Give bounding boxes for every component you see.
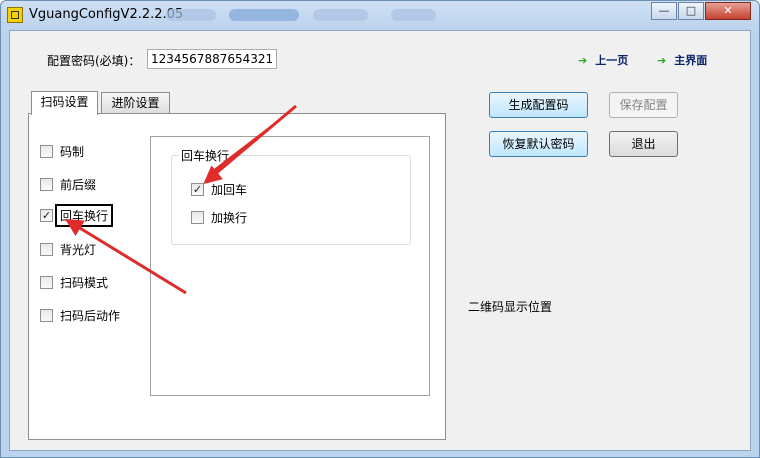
option-label: 扫码后动作 xyxy=(60,308,121,323)
checkbox-checked[interactable]: ✓ xyxy=(191,182,204,196)
option-backlight[interactable]: 背光灯 xyxy=(40,241,96,257)
title-bar: VguangConfigV2.2.2.05 — □ ✕ xyxy=(1,1,759,29)
green-arrow-icon: ➔ xyxy=(578,54,588,67)
option-code-type[interactable]: 码制 xyxy=(40,143,84,159)
checkbox[interactable] xyxy=(40,308,53,322)
green-arrow-icon: ➔ xyxy=(657,54,667,67)
option-prefix-suffix[interactable]: 前后缀 xyxy=(40,176,96,192)
enter-newline-groupbox xyxy=(171,155,411,245)
checkbox[interactable] xyxy=(40,242,53,256)
checkbox-checked[interactable]: ✓ xyxy=(40,208,53,222)
prev-page-link[interactable]: ➔ 上一页 xyxy=(578,52,628,68)
exit-button[interactable]: 退出 xyxy=(609,131,678,157)
tab-advanced-settings[interactable]: 进阶设置 xyxy=(101,92,170,114)
app-logo-icon xyxy=(7,7,23,23)
option-label: 加回车 xyxy=(211,182,248,197)
option-add-newline[interactable]: 加换行 xyxy=(191,209,247,225)
option-label-highlighted: 回车换行 xyxy=(55,203,114,227)
blurred-region xyxy=(391,9,436,21)
option-label: 加换行 xyxy=(211,210,248,225)
main-page-label: 主界面 xyxy=(674,54,708,67)
option-add-enter[interactable]: ✓ 加回车 xyxy=(191,181,247,197)
prev-page-label: 上一页 xyxy=(595,54,629,67)
option-post-scan-action[interactable]: 扫码后动作 xyxy=(40,307,120,323)
checkbox[interactable] xyxy=(40,177,53,191)
qr-position-label: 二维码显示位置 xyxy=(468,300,553,314)
blurred-region xyxy=(166,9,216,21)
option-label: 码制 xyxy=(60,144,85,159)
option-label: 前后缀 xyxy=(60,177,97,192)
tab-scan-settings[interactable]: 扫码设置 xyxy=(31,91,98,115)
blurred-region xyxy=(313,9,368,21)
main-page-link[interactable]: ➔ 主界面 xyxy=(657,52,707,68)
minimize-button[interactable]: — xyxy=(651,2,677,20)
option-label: 扫码模式 xyxy=(60,275,109,290)
maximize-button[interactable]: □ xyxy=(678,2,704,20)
restore-default-password-button[interactable]: 恢复默认密码 xyxy=(489,131,588,157)
password-label: 配置密码(必填)： xyxy=(47,54,141,68)
close-button[interactable]: ✕ xyxy=(705,2,751,20)
blurred-region xyxy=(229,9,299,21)
generate-config-button[interactable]: 生成配置码 xyxy=(489,92,588,118)
checkbox[interactable] xyxy=(191,210,204,224)
password-input[interactable] xyxy=(147,49,277,69)
window-title: VguangConfigV2.2.2.05 xyxy=(29,7,184,22)
option-enter-newline[interactable]: ✓ 回车换行 xyxy=(40,203,114,227)
group-title: 回车换行 xyxy=(179,147,232,164)
checkbox[interactable] xyxy=(40,275,53,289)
option-scan-mode[interactable]: 扫码模式 xyxy=(40,274,108,290)
save-config-button[interactable]: 保存配置 xyxy=(609,92,678,118)
checkbox[interactable] xyxy=(40,144,53,158)
option-label: 背光灯 xyxy=(60,242,97,257)
